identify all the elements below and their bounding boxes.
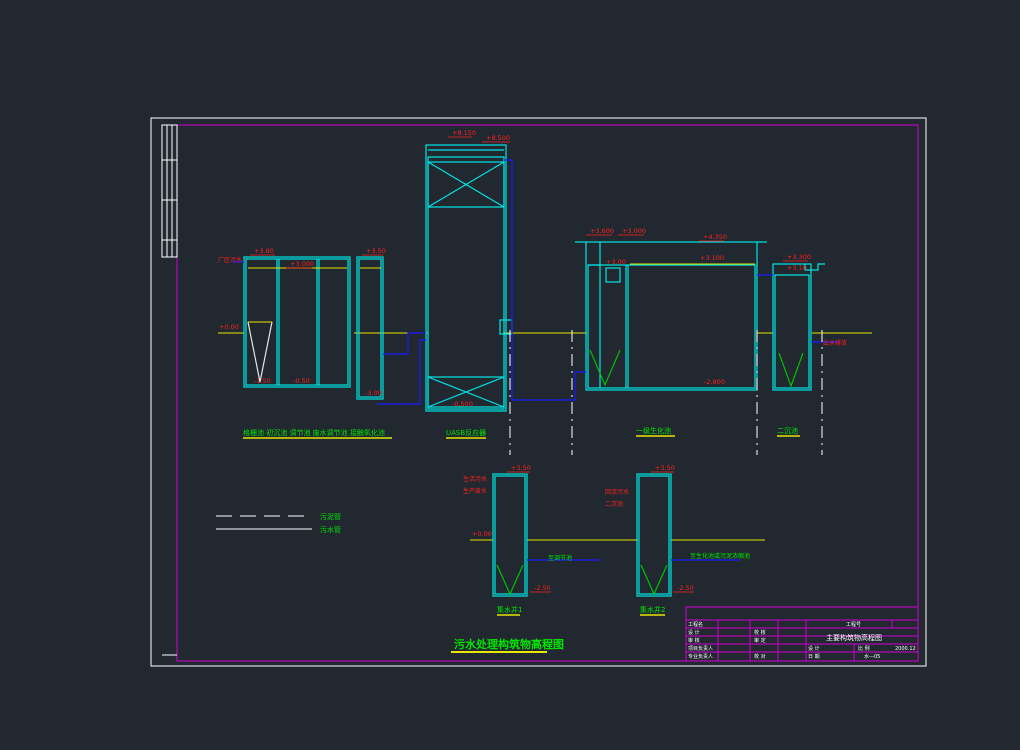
svg-text:+4.350: +4.350 <box>703 233 727 241</box>
svg-text:-1.50: -1.50 <box>254 377 271 385</box>
svg-text:二沉池: 二沉池 <box>605 500 623 508</box>
svg-text:-0.500: -0.500 <box>452 400 473 408</box>
svg-text:审 核: 审 核 <box>688 637 700 644</box>
svg-text:回流污水: 回流污水 <box>605 488 629 496</box>
svg-text:2000.12: 2000.12 <box>895 646 916 652</box>
legend-lines <box>216 515 312 530</box>
svg-text:生活污水: 生活污水 <box>463 475 487 483</box>
svg-text:+3.80: +3.80 <box>254 247 274 255</box>
svg-text:比 例: 比 例 <box>858 645 870 652</box>
uasb-reactor <box>425 144 513 412</box>
svg-text:+3.100: +3.100 <box>700 254 724 262</box>
svg-text:水—05: 水—05 <box>864 653 880 660</box>
legend-sludge: 污泥管 <box>320 512 341 521</box>
svg-text:+0.00: +0.00 <box>472 530 492 538</box>
sump-1 <box>492 473 528 597</box>
caption-bio: 一级生化池 <box>636 426 671 435</box>
svg-text:+8.150: +8.150 <box>452 129 476 137</box>
svg-text:专业负责人: 专业负责人 <box>688 653 713 660</box>
svg-text:-2.50: -2.50 <box>534 584 551 592</box>
sewage-pipes <box>232 159 840 561</box>
svg-text:-2.800: -2.800 <box>704 378 725 386</box>
svg-text:校 对: 校 对 <box>754 653 766 660</box>
svg-text:工程名: 工程名 <box>688 621 703 628</box>
pipe-notes: 厂区污水 出水排放 生活污水 生产废水 回流污水 二沉池 <box>218 256 847 508</box>
svg-text:+8.500: +8.500 <box>486 134 510 142</box>
svg-text:设 计: 设 计 <box>808 645 820 652</box>
svg-text:+3.50: +3.50 <box>655 464 675 472</box>
cad-drawing: 格栅池 初沉池 调节池 废水调节池 接触氧化池 UASB反应器 一级生化池 二沉… <box>150 117 927 667</box>
caption-uasb: UASB反应器 <box>446 428 486 437</box>
svg-text:-2.50: -2.50 <box>677 584 694 592</box>
project-name: 主要构筑物高程图 <box>826 633 882 642</box>
svg-text:厂区污水: 厂区污水 <box>218 256 242 264</box>
legend-sewage: 污水管 <box>320 525 341 534</box>
svg-text:工程号: 工程号 <box>846 621 861 628</box>
svg-text:审 定: 审 定 <box>754 637 766 644</box>
svg-text:至调节池: 至调节池 <box>548 554 572 562</box>
drawing-title: 污水处理构筑物高程图 <box>454 637 564 651</box>
caption-sump2: 集水井2 <box>640 605 665 614</box>
svg-text:+3.00: +3.00 <box>606 258 626 266</box>
svg-text:+3.000: +3.000 <box>290 260 314 268</box>
elevation-labels: +3.80 +3.000 +3.50 +0.00 -1.50 -0.50 -3.… <box>219 129 811 592</box>
caption-sump1: 集水井1 <box>497 605 522 614</box>
inner-border <box>176 124 919 662</box>
grit-water-levels <box>248 267 381 323</box>
svg-text:+3.50: +3.50 <box>511 464 531 472</box>
legend-text: 污泥管 污水管 <box>320 512 341 534</box>
svg-text:校 核: 校 核 <box>754 629 766 636</box>
secondary-clarifier <box>772 263 825 391</box>
caption-grit: 格栅池 初沉池 调节池 废水调节池 接触氧化池 <box>243 428 385 437</box>
elevation-underlines <box>250 136 808 593</box>
svg-text:-3.00: -3.00 <box>365 389 382 397</box>
svg-text:项目负责人: 项目负责人 <box>688 645 713 652</box>
svg-text:至生化池或污泥浓缩池: 至生化池或污泥浓缩池 <box>690 552 750 560</box>
svg-text:-0.50: -0.50 <box>293 377 310 385</box>
caption-sed2: 二沉池 <box>777 426 798 435</box>
svg-text:+3.000: +3.000 <box>622 227 646 235</box>
svg-text:设 计: 设 计 <box>688 629 700 636</box>
svg-text:日 期: 日 期 <box>808 654 820 660</box>
sump-2 <box>636 473 672 597</box>
svg-text:+0.00: +0.00 <box>219 323 239 331</box>
svg-text:生产废水: 生产废水 <box>463 487 487 495</box>
svg-text:+3.50: +3.50 <box>366 247 386 255</box>
svg-text:+3.600: +3.600 <box>590 227 614 235</box>
title-block <box>685 606 919 662</box>
svg-text:出水排放: 出水排放 <box>823 339 847 347</box>
svg-text:+3.10: +3.10 <box>787 264 807 272</box>
svg-text:+3.300: +3.300 <box>787 253 811 261</box>
binding-strip <box>161 124 178 656</box>
